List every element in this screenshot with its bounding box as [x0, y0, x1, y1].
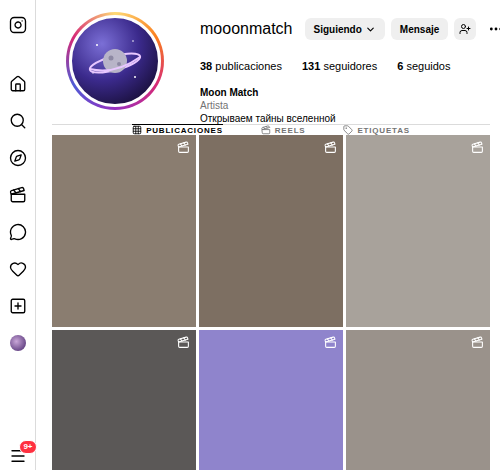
profile-name: Moon Match	[200, 87, 490, 98]
home-icon[interactable]	[8, 74, 28, 94]
stat-item[interactable]: 6 seguidos	[397, 60, 450, 72]
notifications-icon[interactable]	[8, 259, 28, 279]
tag-icon	[343, 125, 353, 135]
grid-icon	[132, 125, 142, 135]
profile-tab[interactable]: REELS	[261, 124, 306, 135]
profile-avatar-icon	[10, 335, 26, 351]
username: mooonmatch	[200, 20, 293, 38]
message-button[interactable]: Mensaje	[391, 18, 448, 40]
reels-icon	[261, 125, 271, 135]
reel-icon	[177, 141, 190, 154]
stat-item[interactable]: 131 seguidores	[302, 60, 377, 72]
post-tile[interactable]	[346, 135, 490, 327]
reels-icon[interactable]	[8, 185, 28, 205]
profile-main: mooonmatch Siguiendo Mensaje 38 publicacion…	[36, 0, 500, 470]
menu-icon[interactable]: 9+	[8, 446, 28, 466]
stat-item[interactable]: 38 publicaciones	[200, 60, 282, 72]
avatar-column	[52, 12, 178, 124]
profile-actions: mooonmatch Siguiendo Mensaje	[200, 18, 490, 40]
profile-nav-icon[interactable]	[8, 333, 28, 353]
suggest-button[interactable]	[454, 18, 476, 40]
profile-tab[interactable]: PUBLICACIONES	[132, 124, 223, 135]
search-icon[interactable]	[8, 111, 28, 131]
create-icon[interactable]	[8, 296, 28, 316]
notification-badge: 9+	[19, 440, 36, 454]
post-tile[interactable]	[199, 135, 343, 327]
profile-tab[interactable]: ETIQUETAS	[343, 124, 409, 135]
profile-tabs: PUBLICACIONES REELS ETIQUETAS	[52, 124, 490, 135]
post-tile[interactable]	[52, 330, 196, 470]
following-button[interactable]: Siguiendo	[305, 18, 385, 40]
posts-grid	[52, 135, 490, 470]
add-person-icon	[459, 23, 471, 35]
sidebar: 9+	[0, 0, 36, 470]
profile-category: Artista	[200, 100, 490, 111]
post-tile[interactable]	[199, 330, 343, 470]
post-tile[interactable]	[346, 330, 490, 470]
profile-stats: 38 publicaciones 131 seguidores 6 seguidos	[200, 60, 490, 72]
chevron-down-icon	[365, 24, 376, 35]
reel-icon	[324, 336, 337, 349]
profile-bio: Открываем тайны вселенной	[200, 113, 490, 124]
post-tile[interactable]	[52, 135, 196, 327]
planet-logo-icon	[85, 31, 145, 91]
avatar-image	[69, 15, 161, 107]
profile-info: mooonmatch Siguiendo Mensaje 38 publicacion…	[200, 12, 490, 124]
profile-avatar[interactable]	[66, 12, 164, 110]
messages-icon[interactable]	[8, 222, 28, 242]
more-options-icon[interactable]	[488, 21, 500, 37]
explore-icon[interactable]	[8, 148, 28, 168]
reel-icon	[471, 336, 484, 349]
profile-header: mooonmatch Siguiendo Mensaje 38 publicacion…	[52, 12, 490, 124]
reel-icon	[324, 141, 337, 154]
instagram-logo-icon[interactable]	[8, 15, 28, 35]
reel-icon	[471, 141, 484, 154]
reel-icon	[177, 336, 190, 349]
page: 9+ mooonmatch Siguiendo Mensaje 38 publicaci…	[0, 0, 500, 470]
